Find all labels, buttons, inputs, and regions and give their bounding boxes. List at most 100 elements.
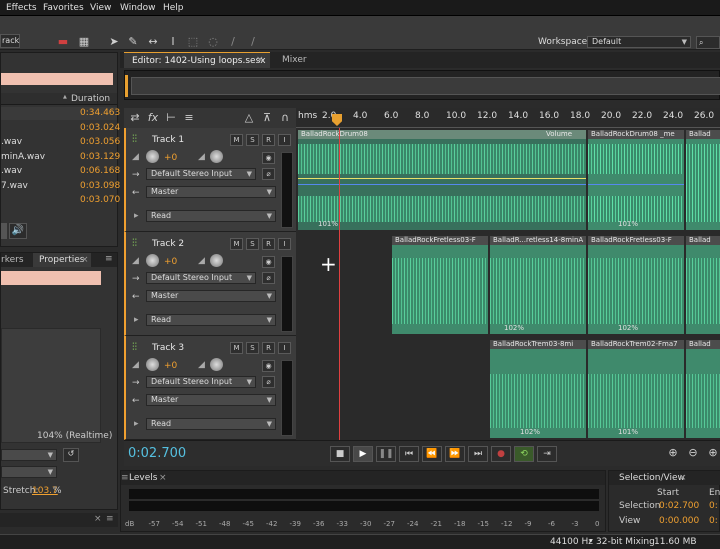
expand-icon[interactable]: ▸ — [134, 419, 139, 429]
search-help-button[interactable]: ⌕ — [696, 36, 720, 49]
play-icon[interactable]: ▶ — [353, 446, 373, 462]
move-tool-icon[interactable]: ➤ — [107, 35, 121, 49]
name-field[interactable] — [1, 271, 101, 285]
tab-editor[interactable]: Editor: 1402-Using loops.sesx × — [124, 52, 270, 68]
selection-start[interactable]: 0:02.700 — [659, 501, 699, 511]
automation-mode-select[interactable]: Read ▼ — [146, 418, 276, 430]
stop-icon[interactable]: ■ — [330, 446, 350, 462]
file-row[interactable]: 0:03.024 — [1, 122, 120, 135]
automation-mode-select[interactable]: Read ▼ — [146, 210, 276, 222]
invert-polarity-icon[interactable]: ◉ — [262, 256, 275, 268]
slip-tool-icon[interactable]: ↔ — [146, 35, 160, 49]
menu-help[interactable]: Help — [163, 3, 184, 13]
waveform-view-icon[interactable]: ▬ — [56, 35, 70, 49]
invert-polarity-icon[interactable]: ◉ — [262, 152, 275, 164]
precision-select[interactable]: ▼ — [1, 466, 57, 478]
mono-stereo-icon[interactable]: ⌀ — [262, 376, 275, 388]
zoom-out-amplitude-icon[interactable]: ⊖ — [686, 446, 700, 460]
tab-markers[interactable]: rkers — [1, 255, 24, 265]
expand-icon[interactable]: ▸ — [134, 211, 139, 221]
input-select[interactable]: Default Stereo Input ▼ — [146, 168, 256, 180]
pause-icon[interactable]: ❚❚ — [376, 446, 396, 462]
insert-button[interactable] — [1, 223, 7, 239]
close-icon[interactable]: × — [159, 473, 167, 483]
zoom-navigator[interactable] — [131, 77, 720, 95]
files-search-input[interactable] — [1, 73, 113, 85]
panel-menu-icon[interactable]: ≡ — [105, 254, 113, 264]
clip-track2-1[interactable]: BalladRockFretless03-F — [392, 236, 488, 334]
stretch-mode-select[interactable]: ▼ — [1, 449, 57, 461]
close-icon[interactable]: × — [256, 55, 264, 65]
volume-knob[interactable] — [146, 150, 159, 163]
menu-window[interactable]: Window — [120, 3, 156, 13]
loop-icon[interactable]: ⟲ — [514, 446, 534, 462]
volume-knob[interactable] — [146, 358, 159, 371]
effects-icon[interactable]: fx — [146, 111, 160, 125]
close-icon[interactable]: × — [81, 255, 89, 265]
clip-track1-drum3[interactable]: Ballad — [686, 130, 720, 230]
sends-icon[interactable]: ⊢ — [164, 111, 178, 125]
spectral-view-icon[interactable]: ▦ — [77, 35, 91, 49]
solo-button[interactable]: S — [246, 238, 259, 250]
playhead-handle[interactable] — [332, 114, 342, 126]
record-arm-button[interactable]: R — [262, 134, 275, 146]
workspace-select[interactable]: Default ▼ — [587, 36, 691, 48]
output-select[interactable]: Master ▼ — [146, 186, 276, 198]
tab-properties[interactable]: Properties × — [33, 253, 91, 267]
clip-track2-2[interactable]: BalladR...retless14-8minA 102% — [490, 236, 586, 334]
zoom-in-time-icon[interactable]: ⊕ — [706, 446, 720, 460]
mono-stereo-icon[interactable]: ⌀ — [262, 272, 275, 284]
file-row[interactable]: .wav 0:06.168 — [1, 165, 120, 178]
input-select[interactable]: Default Stereo Input ▼ — [146, 272, 256, 284]
mute-button[interactable]: M — [230, 134, 243, 146]
record-arm-button[interactable]: R — [262, 342, 275, 354]
speaker-icon[interactable]: 🔊 — [9, 223, 27, 239]
invert-polarity-icon[interactable]: ◉ — [262, 360, 275, 372]
view-start[interactable]: 0:00.000 — [659, 516, 699, 526]
volume-value[interactable]: +0 — [164, 257, 177, 267]
levels-menu-icon[interactable]: ≡ — [121, 473, 129, 483]
lasso-icon[interactable]: ◌ — [206, 35, 220, 49]
track-view-button[interactable]: rack — [0, 34, 20, 48]
go-to-start-icon[interactable]: ⏮ — [399, 446, 419, 462]
pan-knob[interactable] — [210, 254, 223, 267]
view-end[interactable]: 0: — [709, 516, 718, 526]
clip-track1-drum2[interactable]: BalladRockDrum08 _me 101% — [588, 130, 684, 230]
go-to-end-icon[interactable]: ⏭ — [468, 446, 488, 462]
duration-header[interactable]: Duration — [71, 94, 110, 104]
fast-forward-icon[interactable]: ⏩ — [445, 446, 465, 462]
timeline-ruler[interactable]: hms 2.0 4.0 6.0 8.0 10.0 12.0 14.0 16.0 18.0 20.0… — [296, 108, 720, 128]
track-name[interactable]: Track 3 — [152, 343, 184, 353]
snap-icon[interactable]: ⊼ — [260, 111, 274, 125]
volume-value[interactable]: +0 — [164, 361, 177, 371]
menu-view[interactable]: View — [90, 3, 111, 13]
zoom-in-amplitude-icon[interactable]: ⊕ — [666, 446, 680, 460]
record-icon[interactable]: ● — [491, 446, 511, 462]
clip-track2-3[interactable]: BalladRockFretless03-F 102% — [588, 236, 684, 334]
menu-favorites[interactable]: Favorites — [43, 3, 84, 13]
eq-icon[interactable]: ≡ — [182, 111, 196, 125]
clip-track3-3[interactable]: Ballad — [686, 340, 720, 438]
brush-icon[interactable]: / — [226, 35, 240, 49]
expand-icon[interactable]: ▸ — [134, 315, 139, 325]
magnet-icon[interactable]: ∩ — [278, 111, 292, 125]
solo-button[interactable]: S — [246, 342, 259, 354]
reset-icon[interactable]: ↺ — [63, 448, 79, 462]
volume-envelope[interactable] — [298, 178, 586, 179]
time-selection-icon[interactable]: I — [166, 35, 180, 49]
selection-end[interactable]: 0: — [709, 501, 718, 511]
track-header[interactable]: ⫶⫶ Track 1 M S R I ◢ +0 ◢ ◉ → Default Stereo Input ▼… — [124, 128, 296, 232]
solo-button[interactable]: S — [246, 134, 259, 146]
pan-envelope[interactable] — [298, 184, 586, 185]
pan-knob[interactable] — [210, 358, 223, 371]
overview-navigator[interactable] — [124, 70, 720, 100]
inputs-outputs-icon[interactable]: ⇄ — [128, 111, 142, 125]
track-name[interactable]: Track 2 — [152, 239, 184, 249]
file-row[interactable]: minA.wav 0:03.129 — [1, 151, 120, 164]
clip-track3-1[interactable]: BalladRockTrem03-8mi 102% — [490, 340, 586, 438]
volume-value[interactable]: +0 — [164, 153, 177, 163]
file-row[interactable]: 0:03.070 — [1, 194, 120, 207]
close-icon[interactable]: × — [679, 473, 687, 483]
pan-envelope[interactable] — [588, 184, 684, 185]
clip-track2-4[interactable]: Ballad — [686, 236, 720, 334]
